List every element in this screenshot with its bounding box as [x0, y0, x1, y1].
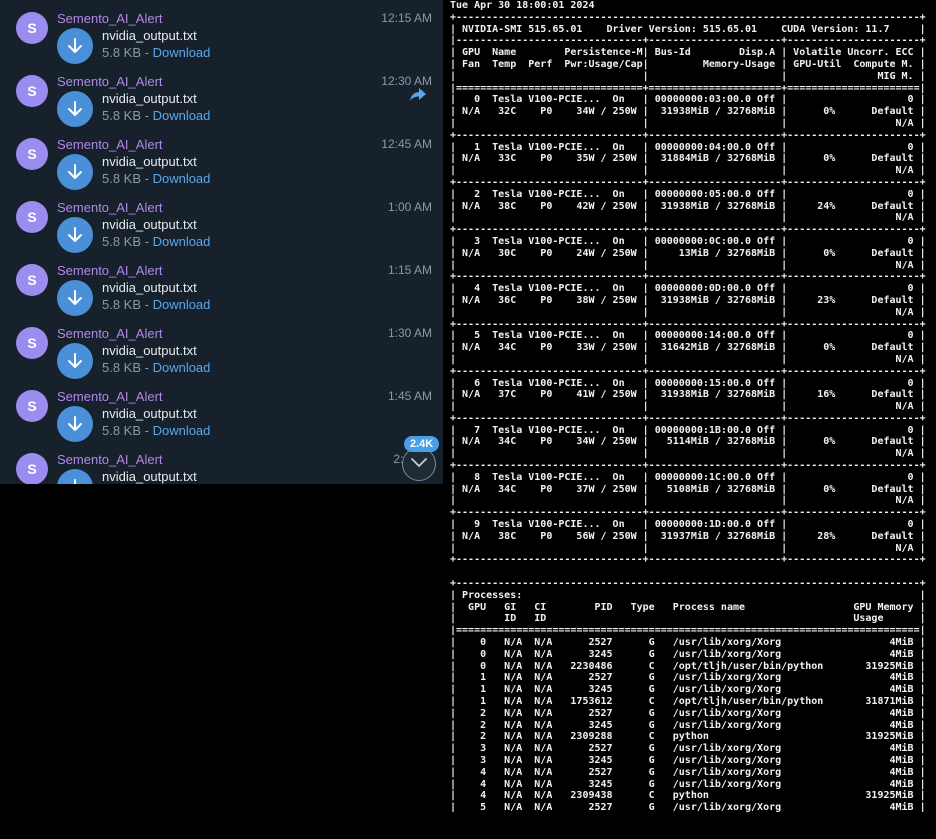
message-time: 1:00 AM	[387, 200, 432, 214]
file-size: 5.8 KB -	[102, 108, 153, 123]
file-size: 5.8 KB -	[102, 171, 153, 186]
forward-icon[interactable]	[410, 88, 426, 106]
file-name[interactable]: nvidia_output.txt	[102, 406, 197, 421]
scroll-down-button[interactable]	[402, 447, 436, 481]
message-time: 1:15 AM	[387, 263, 432, 277]
download-arrow-icon[interactable]	[57, 343, 93, 379]
message-time: 1:30 AM	[387, 326, 432, 340]
sender-name[interactable]: Semento_AI_Alert	[57, 137, 163, 152]
download-link[interactable]: Download	[153, 234, 211, 249]
message-item: S Semento_AI_Alert 12:30 AM nvidia_outpu…	[0, 71, 443, 134]
file-meta: 5.8 KB - Download	[102, 297, 210, 312]
file-name[interactable]: nvidia_output.txt	[102, 280, 197, 295]
message-time: 12:45 AM	[381, 137, 432, 151]
download-arrow-icon[interactable]	[57, 154, 93, 190]
avatar[interactable]: S	[16, 201, 48, 233]
file-meta: 5.8 KB - Download	[102, 108, 210, 123]
unread-count-badge: 2.4K	[404, 436, 440, 452]
download-arrow-icon[interactable]	[57, 28, 93, 64]
message-item: S Semento_AI_Alert 12:15 AM nvidia_outpu…	[0, 8, 443, 71]
file-name[interactable]: nvidia_output.txt	[102, 343, 197, 358]
download-link[interactable]: Download	[153, 108, 211, 123]
message-item: S Semento_AI_Alert 1:15 AM nvidia_output…	[0, 260, 443, 323]
message-item: S Semento_AI_Alert 12:45 AM nvidia_outpu…	[0, 134, 443, 197]
file-name[interactable]: nvidia_output.txt	[102, 469, 197, 484]
download-arrow-icon[interactable]	[57, 217, 93, 253]
nvidia-smi-text: Tue Apr 30 18:00:01 2024 +--------------…	[450, 0, 926, 812]
message-item: S Semento_AI_Alert 1:00 AM nvidia_output…	[0, 197, 443, 260]
sender-name[interactable]: Semento_AI_Alert	[57, 74, 163, 89]
file-size: 5.8 KB -	[102, 45, 153, 60]
file-meta: 5.8 KB - Download	[102, 234, 210, 249]
download-arrow-icon[interactable]	[57, 91, 93, 127]
download-arrow-icon[interactable]	[57, 280, 93, 316]
file-meta: 5.8 KB - Download	[102, 171, 210, 186]
file-name[interactable]: nvidia_output.txt	[102, 91, 197, 106]
sender-name[interactable]: Semento_AI_Alert	[57, 452, 163, 467]
file-size: 5.8 KB -	[102, 423, 153, 438]
file-name[interactable]: nvidia_output.txt	[102, 28, 197, 43]
download-link[interactable]: Download	[153, 171, 211, 186]
chat-panel: S Semento_AI_Alert 12:15 AM nvidia_outpu…	[0, 0, 443, 484]
download-arrow-icon[interactable]	[57, 406, 93, 442]
sender-name[interactable]: Semento_AI_Alert	[57, 200, 163, 215]
sender-name[interactable]: Semento_AI_Alert	[57, 389, 163, 404]
avatar[interactable]: S	[16, 327, 48, 359]
message-time: 1:45 AM	[387, 389, 432, 403]
sender-name[interactable]: Semento_AI_Alert	[57, 326, 163, 341]
file-meta: 5.8 KB - Download	[102, 45, 210, 60]
avatar[interactable]: S	[16, 390, 48, 422]
message-time: 12:15 AM	[381, 11, 432, 25]
message-item: S Semento_AI_Alert 2:0 nvidia_output.txt	[0, 449, 443, 484]
message-item: S Semento_AI_Alert 1:30 AM nvidia_output…	[0, 323, 443, 386]
download-link[interactable]: Download	[153, 423, 211, 438]
avatar[interactable]: S	[16, 264, 48, 296]
file-name[interactable]: nvidia_output.txt	[102, 217, 197, 232]
sender-name[interactable]: Semento_AI_Alert	[57, 11, 163, 26]
chevron-down-icon	[411, 455, 427, 473]
file-size: 5.8 KB -	[102, 297, 153, 312]
avatar[interactable]: S	[16, 453, 48, 484]
terminal-output: Tue Apr 30 18:00:01 2024 +--------------…	[444, 0, 936, 812]
download-link[interactable]: Download	[153, 297, 211, 312]
message-item: S Semento_AI_Alert 1:45 AM nvidia_output…	[0, 386, 443, 449]
download-link[interactable]: Download	[153, 360, 211, 375]
message-time: 12:30 AM	[381, 74, 432, 88]
avatar[interactable]: S	[16, 12, 48, 44]
avatar[interactable]: S	[16, 138, 48, 170]
download-link[interactable]: Download	[153, 45, 211, 60]
download-arrow-icon[interactable]	[57, 469, 93, 484]
file-meta: 5.8 KB - Download	[102, 360, 210, 375]
file-size: 5.8 KB -	[102, 360, 153, 375]
file-meta: 5.8 KB - Download	[102, 423, 210, 438]
avatar[interactable]: S	[16, 75, 48, 107]
file-size: 5.8 KB -	[102, 234, 153, 249]
sender-name[interactable]: Semento_AI_Alert	[57, 263, 163, 278]
file-name[interactable]: nvidia_output.txt	[102, 154, 197, 169]
